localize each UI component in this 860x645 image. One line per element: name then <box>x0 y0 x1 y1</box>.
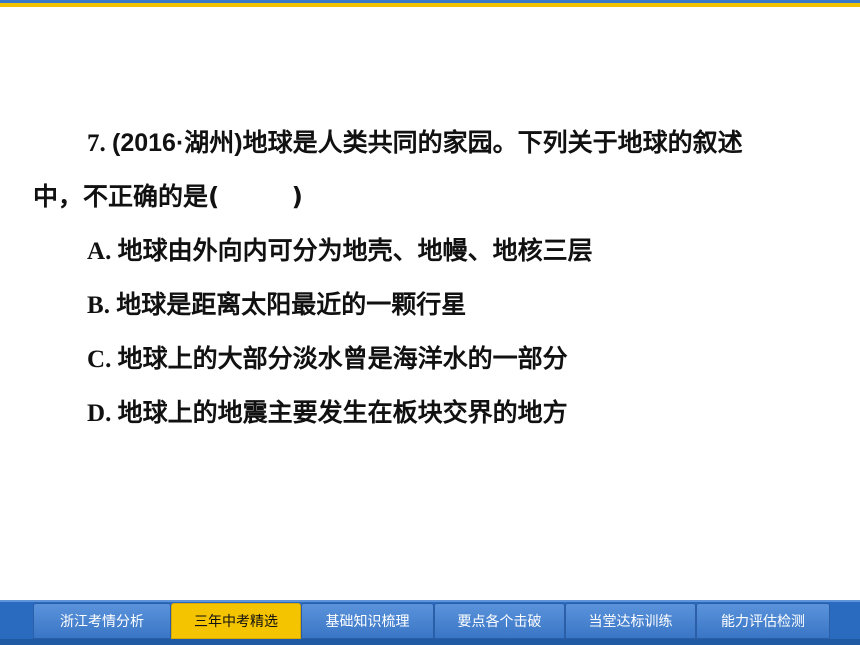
option-text: 地球上的大部分淡水曾是海洋水的一部分 <box>117 344 568 373</box>
option-c: C. 地球上的大部分淡水曾是海洋水的一部分 <box>87 343 568 376</box>
option-separator: . <box>105 400 118 427</box>
tab-basic-knowledge[interactable]: 基础知识梳理 <box>301 603 434 639</box>
option-separator: . <box>105 346 118 373</box>
question-stem-line-1: 7. (2016·湖州)地球是人类共同的家园。下列关于地球的叙述 <box>87 127 743 160</box>
option-letter: D <box>87 400 106 427</box>
tab-label: 基础知识梳理 <box>325 614 410 630</box>
bottom-nav-highlight <box>0 600 860 602</box>
tab-three-year-selection[interactable]: 三年中考精选 <box>171 603 301 639</box>
top-accent-stripe <box>0 3 860 7</box>
option-letter: B <box>87 292 104 319</box>
tab-class-practice[interactable]: 当堂达标训练 <box>565 603 696 639</box>
question-stem-line-2: 中，不正确的是() <box>33 181 303 213</box>
option-b: B. 地球是距离太阳最近的一颗行星 <box>87 289 466 322</box>
question-number: 7 <box>87 130 100 157</box>
question-stem-text-2: 中，不正确的是( <box>33 182 220 211</box>
option-separator: . <box>105 238 118 265</box>
question-number-separator: . <box>99 130 112 157</box>
option-letter: C <box>87 346 106 373</box>
tab-zhejiang-analysis[interactable]: 浙江考情分析 <box>33 603 171 639</box>
tab-label: 当堂达标训练 <box>588 614 673 630</box>
question-stem-text-1: 地球是人类共同的家园。下列关于地球的叙述 <box>242 128 743 157</box>
tab-key-points[interactable]: 要点各个击破 <box>434 603 565 639</box>
option-text: 地球是距离太阳最近的一颗行星 <box>116 290 467 319</box>
option-text: 地球上的地震主要发生在板块交界的地方 <box>117 398 568 427</box>
tab-label: 浙江考情分析 <box>60 614 144 630</box>
option-letter: A <box>87 238 106 265</box>
tab-label: 能力评估检测 <box>721 614 805 630</box>
question-source: (2016·湖州) <box>112 129 243 157</box>
tab-label: 三年中考精选 <box>194 614 278 630</box>
option-separator: . <box>103 292 117 319</box>
option-d: D. 地球上的地震主要发生在板块交界的地方 <box>87 397 568 430</box>
answer-blank-close: ) <box>291 182 303 211</box>
bottom-nav-base <box>0 639 860 645</box>
tab-label: 要点各个击破 <box>457 614 542 630</box>
tab-ability-assessment[interactable]: 能力评估检测 <box>696 603 830 639</box>
option-a: A. 地球由外向内可分为地壳、地幔、地核三层 <box>87 235 593 268</box>
option-text: 地球由外向内可分为地壳、地幔、地核三层 <box>117 236 593 265</box>
